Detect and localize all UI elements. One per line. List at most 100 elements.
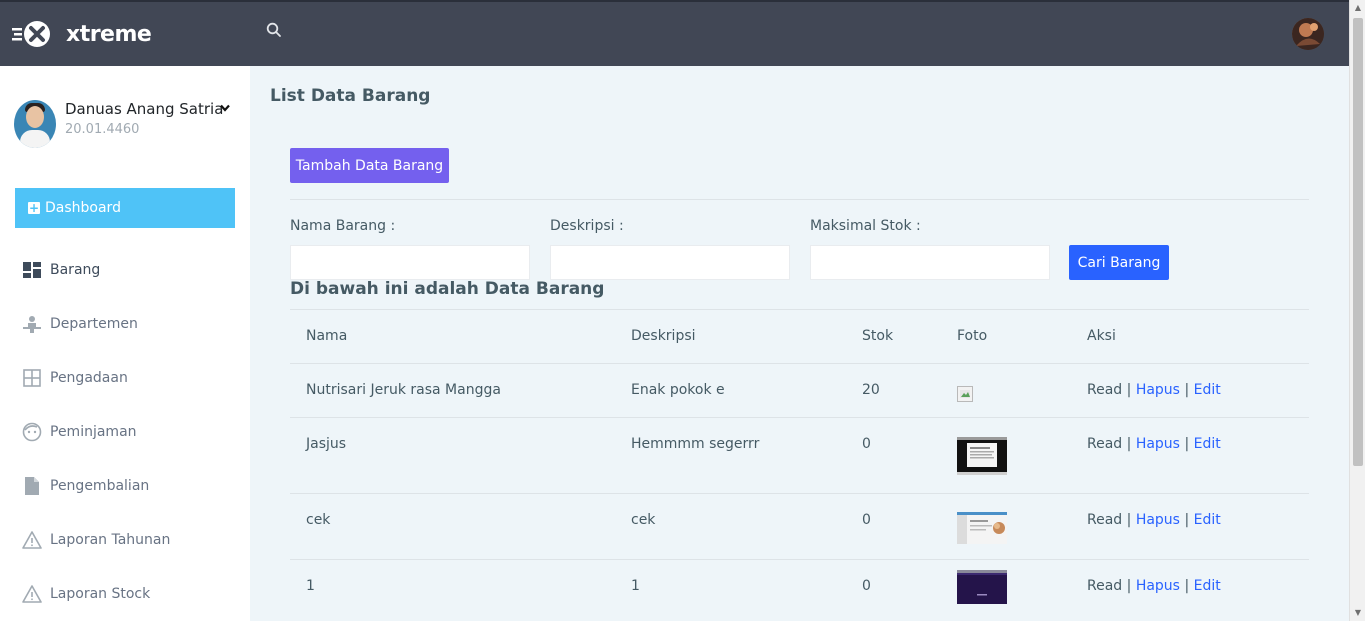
sidebar-item-label: Laporan Stock (50, 586, 151, 602)
deskripsi-filter-input[interactable] (550, 245, 790, 280)
search-icon[interactable] (262, 18, 286, 42)
nama-filter-label: Nama Barang : (290, 218, 396, 234)
user-profile: Danuas Anang Satria 20.01.4460 (0, 66, 250, 166)
action-separator: | (1126, 436, 1136, 452)
sidebar-item-label: Departemen (50, 316, 138, 332)
main-content: List Data Barang Tambah Data Barang Nama… (250, 66, 1349, 621)
cell-stok: 0 (862, 512, 871, 528)
action-separator: | (1126, 512, 1136, 528)
scroll-down-icon[interactable]: ▼ (1353, 608, 1363, 618)
page-title: List Data Barang (270, 86, 431, 106)
action-separator: | (1126, 382, 1136, 398)
table-header-row: Nama Deskripsi Stok Foto Aksi (290, 309, 1309, 363)
action-separator: | (1184, 382, 1194, 398)
sidebar: Danuas Anang Satria 20.01.4460 + Dashboa… (0, 66, 250, 621)
section-title: Di bawah ini adalah Data Barang (290, 279, 605, 299)
data-table: Nama Deskripsi Stok Foto Aksi Nutrisari … (290, 309, 1309, 619)
cell-aksi: Read | Hapus | Edit (1071, 560, 1309, 619)
cell-deskripsi: 1 (631, 578, 640, 594)
read-link[interactable]: Read (1087, 578, 1122, 594)
warning-icon (22, 530, 42, 550)
edit-link[interactable]: Edit (1194, 578, 1221, 594)
edit-link[interactable]: Edit (1194, 512, 1221, 528)
chevron-down-icon[interactable] (220, 102, 230, 115)
brand[interactable]: xtreme (0, 2, 250, 66)
edit-link[interactable]: Edit (1194, 382, 1221, 398)
hapus-link[interactable]: Hapus (1136, 436, 1180, 452)
topbar: xtreme (0, 0, 1349, 66)
cell-stok: 0 (862, 436, 871, 452)
grid-icon (22, 368, 42, 388)
file-icon (22, 476, 42, 496)
read-link[interactable]: Read (1087, 436, 1122, 452)
cell-deskripsi: Enak pokok e (631, 382, 725, 398)
sidebar-item-label: Laporan Tahunan (50, 532, 171, 548)
search-button[interactable]: Cari Barang (1069, 245, 1169, 280)
dashboard-button[interactable]: + Dashboard (15, 188, 235, 228)
cell-foto (941, 560, 1071, 619)
stok-filter-input[interactable] (810, 245, 1050, 280)
sidebar-item-label: Pengembalian (50, 478, 150, 494)
user-avatar-top[interactable] (1292, 18, 1324, 50)
hapus-link[interactable]: Hapus (1136, 382, 1180, 398)
cell-nama: cek (306, 512, 331, 528)
deskripsi-filter-label: Deskripsi : (550, 218, 624, 234)
warning-icon (22, 584, 42, 604)
action-separator: | (1126, 578, 1136, 594)
page-scrollbar[interactable]: ▲ ▼ (1349, 0, 1365, 621)
sidebar-item-label: Pengadaan (50, 370, 128, 386)
sidebar-nav: Barang Departemen Pengadaan Peminjaman P… (0, 243, 250, 621)
scrollbar-thumb[interactable] (1353, 18, 1363, 466)
sidebar-item-pengadaan[interactable]: Pengadaan (0, 351, 250, 405)
product-photo[interactable] (957, 512, 1007, 550)
cell-foto (941, 494, 1071, 559)
cell-aksi: Read | Hapus | Edit (1071, 494, 1309, 559)
cell-deskripsi: Hemmmm segerrr (631, 436, 760, 452)
sidebar-item-laporan-stock[interactable]: Laporan Stock (0, 567, 250, 621)
sidebar-item-label: Peminjaman (50, 424, 137, 440)
column-header-aksi: Aksi (1087, 328, 1116, 344)
xtreme-logo-icon (12, 19, 54, 49)
action-separator: | (1184, 512, 1194, 528)
dashboard-label: Dashboard (45, 200, 121, 216)
cell-deskripsi: cek (631, 512, 656, 528)
edit-link[interactable]: Edit (1194, 436, 1221, 452)
sidebar-item-pengembalian[interactable]: Pengembalian (0, 459, 250, 513)
column-header-nama: Nama (306, 328, 348, 344)
avatar[interactable] (14, 100, 56, 148)
cell-stok: 0 (862, 578, 871, 594)
cell-aksi: Read | Hapus | Edit (1071, 418, 1309, 493)
user-name: Danuas Anang Satria (65, 100, 224, 118)
scroll-up-icon[interactable]: ▲ (1353, 3, 1363, 13)
table-row: 1 1 0 Read | Hapus | Edit (290, 559, 1309, 619)
divider (290, 199, 1309, 200)
broken-image-icon (957, 386, 973, 402)
hapus-link[interactable]: Hapus (1136, 578, 1180, 594)
table-row: Nutrisari Jeruk rasa Mangga Enak pokok e… (290, 363, 1309, 417)
sidebar-item-label: Barang (50, 262, 101, 278)
sidebar-item-barang[interactable]: Barang (0, 243, 250, 297)
sidebar-item-peminjaman[interactable]: Peminjaman (0, 405, 250, 459)
sidebar-item-departemen[interactable]: Departemen (0, 297, 250, 351)
add-item-button[interactable]: Tambah Data Barang (290, 148, 449, 183)
sidebar-item-laporan-tahunan[interactable]: Laporan Tahunan (0, 513, 250, 567)
column-header-foto: Foto (957, 328, 988, 344)
face-icon (22, 422, 42, 442)
column-header-stok: Stok (862, 328, 894, 344)
brand-name: xtreme (66, 21, 152, 47)
product-photo[interactable] (957, 437, 1007, 475)
column-header-deskripsi: Deskripsi (631, 328, 696, 344)
plus-square-icon: + (28, 201, 40, 215)
cell-aksi: Read | Hapus | Edit (1071, 364, 1309, 417)
content-card: Tambah Data Barang Nama Barang : Deskrip… (270, 128, 1329, 621)
product-photo[interactable] (957, 570, 1007, 608)
read-link[interactable]: Read (1087, 382, 1122, 398)
read-link[interactable]: Read (1087, 512, 1122, 528)
hapus-link[interactable]: Hapus (1136, 512, 1180, 528)
dashboard-grid-icon (22, 260, 42, 280)
cell-nama: Nutrisari Jeruk rasa Mangga (306, 382, 501, 398)
cell-nama: Jasjus (306, 436, 347, 452)
nama-filter-input[interactable] (290, 245, 530, 280)
cell-foto (941, 418, 1071, 493)
action-separator: | (1184, 436, 1194, 452)
